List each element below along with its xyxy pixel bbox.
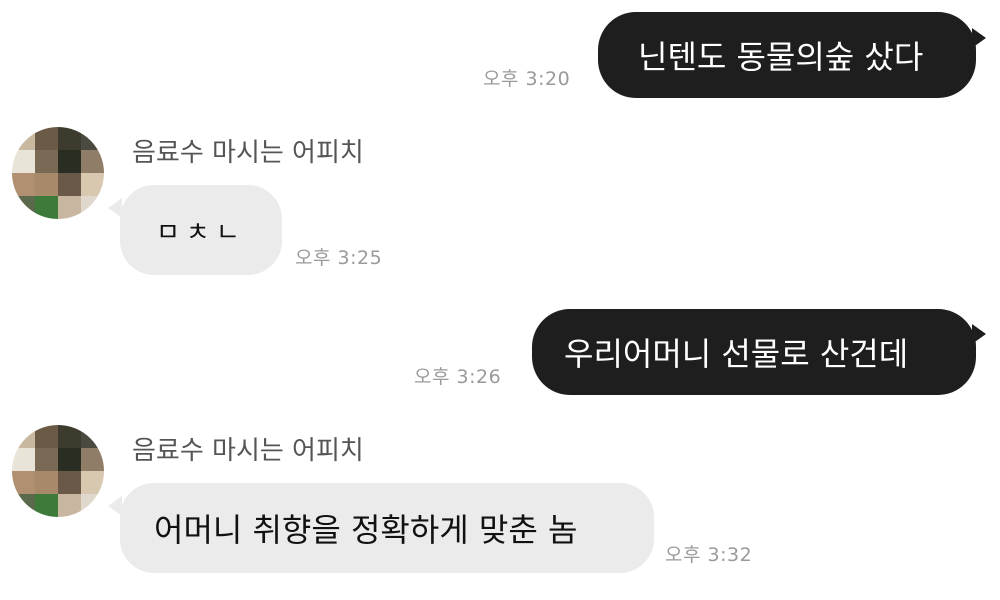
avatar-pixel (81, 196, 104, 219)
avatar-pixel (35, 196, 58, 219)
avatar-pixel (35, 425, 58, 448)
avatar-pixel (35, 494, 58, 517)
avatar-pixel (81, 173, 104, 196)
other-message-bubble[interactable]: 어머니 취향을 정확하게 맞춘 놈 (120, 483, 654, 573)
avatar[interactable] (12, 127, 104, 219)
my-message-bubble[interactable]: 우리어머니 선물로 산건데 (532, 309, 976, 395)
avatar-pixel (81, 448, 104, 471)
message-time: 오후 3:32 (665, 544, 753, 566)
sender-name: 음료수 마시는 어피치 (132, 436, 364, 466)
chat-window: 오후 3:20 닌텐도 동물의숲 샀다 음료수 마시는 어피치 ㅁㅊㄴ 오후 3… (0, 0, 1000, 600)
my-message-bubble[interactable]: 닌텐도 동물의숲 샀다 (598, 12, 976, 98)
avatar-pixel (58, 127, 81, 150)
message-text: 어머니 취향을 정확하게 맞춘 놈 (154, 511, 578, 549)
avatar-pixel (58, 448, 81, 471)
avatar-pixel (12, 494, 35, 517)
other-message-bubble[interactable]: ㅁㅊㄴ (120, 185, 282, 275)
bubble-tail (972, 324, 986, 344)
bubble-tail (972, 28, 986, 48)
message-time: 오후 3:26 (414, 366, 502, 388)
avatar-pixel (35, 173, 58, 196)
avatar-pixel (35, 150, 58, 173)
message-text: 우리어머니 선물로 산건데 (564, 335, 909, 373)
avatar-pixel (58, 471, 81, 494)
avatar-pixel (35, 471, 58, 494)
avatar-pixel (12, 448, 35, 471)
avatar-pixel (12, 425, 35, 448)
avatar-pixel (35, 448, 58, 471)
message-time: 오후 3:20 (483, 68, 571, 90)
avatar-pixel (81, 150, 104, 173)
avatar[interactable] (12, 425, 104, 517)
message-text: 닌텐도 동물의숲 샀다 (638, 38, 924, 76)
avatar-pixel (81, 425, 104, 448)
message-text: ㅁㅊㄴ (156, 217, 246, 248)
message-time: 오후 3:25 (295, 247, 383, 269)
avatar-pixel (81, 471, 104, 494)
avatar-pixel (58, 150, 81, 173)
avatar-pixel (58, 425, 81, 448)
avatar-pixel (81, 127, 104, 150)
avatar-pixel (12, 173, 35, 196)
avatar-pixel (81, 494, 104, 517)
avatar-pixel (12, 471, 35, 494)
avatar-pixel (35, 127, 58, 150)
sender-name: 음료수 마시는 어피치 (132, 138, 364, 168)
avatar-pixel (12, 127, 35, 150)
avatar-pixel (12, 196, 35, 219)
avatar-pixel (58, 196, 81, 219)
avatar-pixel (12, 150, 35, 173)
avatar-pixel (58, 173, 81, 196)
avatar-pixel (58, 494, 81, 517)
